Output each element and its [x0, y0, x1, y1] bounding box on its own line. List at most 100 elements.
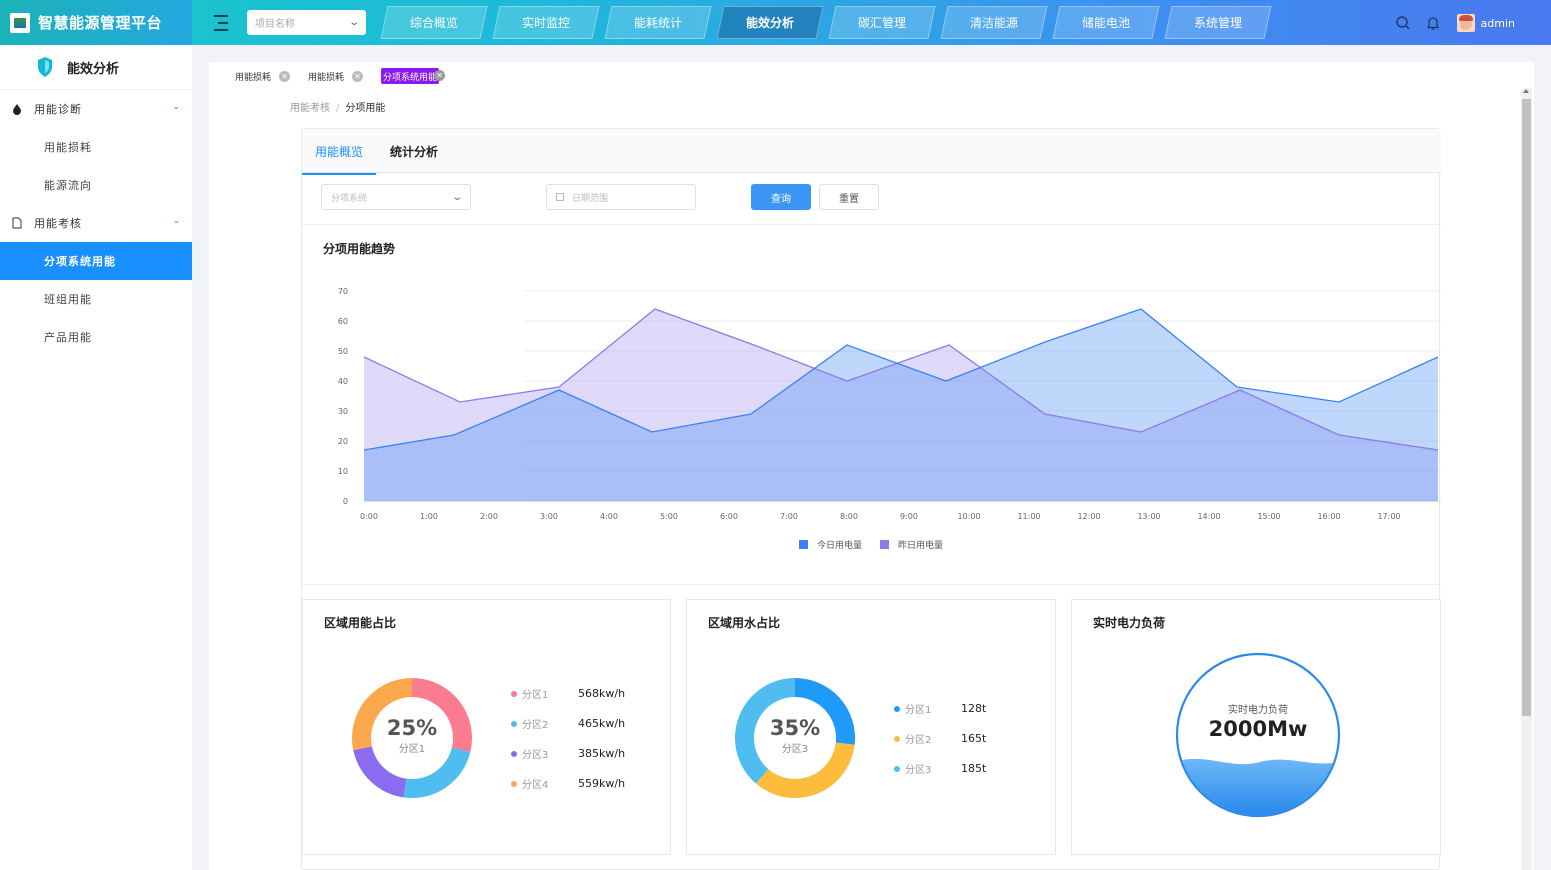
- tab-statistics[interactable]: 统计分析: [390, 143, 438, 160]
- tag-0[interactable]: 用能损耗 ✕: [235, 68, 291, 84]
- legend-value: 559kw/h: [578, 777, 626, 790]
- water-share-panel: 区域用水占比 35% 分区3 分区1 128t 分区2 165t 分区3 185t: [686, 599, 1056, 855]
- legend-name: 分区1: [522, 690, 549, 701]
- tag-1[interactable]: 用能损耗 ✕: [308, 68, 364, 84]
- sidebar-title: 能效分析: [67, 61, 120, 77]
- legend-row-0: 分区1 128t: [894, 701, 986, 716]
- date-range-input[interactable]: 日期范围: [546, 184, 696, 210]
- y-tick-label: 20: [338, 437, 348, 446]
- avatar[interactable]: [1456, 14, 1475, 32]
- reset-button[interactable]: 重置: [819, 184, 879, 210]
- query-button[interactable]: 查询: [751, 184, 811, 210]
- chevron-down-icon: ⌄: [172, 216, 180, 226]
- breadcrumb-parent[interactable]: 用能考核: [290, 103, 330, 114]
- calendar-icon: [556, 193, 564, 201]
- bell-icon[interactable]: [1425, 15, 1441, 31]
- x-tick-label: 10:00: [957, 512, 980, 519]
- scroll-up-arrow-icon[interactable]: [1523, 89, 1529, 93]
- trend-legend: 今日用电量 昨日用电量: [799, 538, 961, 551]
- donut-slice-1[interactable]: [403, 747, 471, 798]
- legend-value: 128t: [961, 702, 987, 715]
- sidebar-item-1-2[interactable]: 产品用能: [0, 318, 192, 356]
- brand[interactable]: 智慧能源管理平台: [0, 0, 192, 45]
- close-icon[interactable]: ✕: [434, 70, 446, 81]
- chevron-down-icon: ⌄: [172, 102, 180, 112]
- tag-2[interactable]: 分项系统用能 ✕: [381, 68, 446, 84]
- close-icon[interactable]: ✕: [279, 70, 291, 82]
- search-icon[interactable]: [1395, 15, 1411, 31]
- energy-share-title: 区域用能占比: [324, 616, 397, 630]
- x-tick-label: 12:00: [1077, 512, 1100, 519]
- breadcrumb-current: 分项用能: [345, 103, 386, 114]
- legend-label: 昨日用电量: [898, 541, 944, 551]
- nav-item-label: 系统管理: [1193, 16, 1242, 30]
- filter-bar: 分项系统 ⌄ 日期范围 查询 重置: [302, 173, 1441, 225]
- close-icon[interactable]: ✕: [352, 70, 364, 82]
- legend-item-0[interactable]: 今日用电量: [799, 538, 862, 551]
- x-tick-label: 5:00: [660, 512, 678, 519]
- nav-item-7[interactable]: 系统管理: [1164, 6, 1272, 39]
- menu-toggle-icon[interactable]: [214, 14, 234, 31]
- header-actions: admin: [1381, 14, 1515, 32]
- x-tick-label: 9:00: [900, 512, 918, 519]
- legend-row-2: 分区3 185t: [894, 761, 986, 776]
- tab-overview[interactable]: 用能概览: [301, 143, 377, 175]
- chevron-down-icon: ⌄: [347, 17, 360, 28]
- sidebar-group-1[interactable]: 用能考核 ⌄: [0, 204, 192, 242]
- sidebar-menu: 用能诊断 ⌄ 用能损耗 能源流向 用能考核 ⌄ 分项系统用能 班组用能 产品用能: [0, 90, 192, 356]
- chevron-down-icon: ⌄: [450, 191, 463, 203]
- power-load-panel: 实时电力负荷 实时电力负荷 2000Mw: [1071, 599, 1441, 855]
- system-select[interactable]: 分项系统 ⌄: [321, 184, 471, 210]
- nav-item-1[interactable]: 实时监控: [492, 6, 600, 39]
- project-select[interactable]: 项目名称 ⌄: [247, 10, 366, 35]
- sidebar-item-0-0[interactable]: 用能损耗: [0, 128, 192, 166]
- legend-row-1: 分区2 465kw/h: [511, 716, 625, 731]
- nav-item-label: 实时监控: [521, 16, 570, 30]
- sidebar-group-label: 用能诊断: [34, 103, 82, 116]
- y-tick-label: 0: [343, 497, 348, 506]
- legend-row-3: 分区4 559kw/h: [511, 776, 625, 791]
- nav-item-label: 碳汇管理: [857, 16, 906, 30]
- sidebar-group-0[interactable]: 用能诊断 ⌄: [0, 90, 192, 128]
- legend-dot: [511, 690, 517, 697]
- tag-label: 用能损耗: [235, 72, 272, 83]
- nav-item-3[interactable]: 能效分析: [716, 6, 824, 39]
- x-tick-label: 15:00: [1257, 512, 1280, 519]
- x-tick-label: 17:00: [1377, 512, 1400, 519]
- app-title: 智慧能源管理平台: [38, 14, 163, 32]
- legend-swatch: [880, 540, 890, 549]
- energy-share-center: 25% 分区1: [352, 716, 472, 755]
- legend-value: 385kw/h: [578, 747, 626, 760]
- nav-item-6[interactable]: 储能电池: [1052, 6, 1160, 39]
- legend-item-1[interactable]: 昨日用电量: [880, 538, 943, 551]
- trend-chart: 0 10 20 30 40 50 60 70 0:00 1:00 2:00 3:00 4:00 5:00 6…: [338, 287, 1441, 519]
- y-tick-label: 70: [338, 287, 348, 296]
- tab-bar: 用能概览 统计分析: [301, 129, 1441, 175]
- legend-row-1: 分区2 165t: [894, 731, 986, 746]
- power-load-title: 实时电力负荷: [1093, 616, 1166, 630]
- scrollbar-thumb[interactable]: [1522, 99, 1531, 716]
- sidebar-item-1-1[interactable]: 班组用能: [0, 280, 192, 318]
- breadcrumb-separator: /: [336, 103, 340, 114]
- document-icon: [12, 217, 22, 229]
- x-tick-label: 4:00: [600, 512, 618, 519]
- legend-dot: [511, 780, 517, 787]
- date-range-placeholder: 日期范围: [572, 193, 609, 204]
- water-share-center-value: 35%: [769, 716, 821, 740]
- nav-item-label: 储能电池: [1081, 16, 1130, 30]
- legend-name: 分区1: [905, 705, 932, 716]
- username[interactable]: admin: [1481, 17, 1515, 30]
- sidebar-item-1-0[interactable]: 分项系统用能: [0, 242, 192, 280]
- sidebar-header: 能效分析: [0, 45, 192, 90]
- x-tick-label: 13:00: [1137, 512, 1160, 519]
- legend-dot: [894, 705, 900, 712]
- legend-swatch: [799, 540, 808, 549]
- legend-dot: [894, 765, 900, 772]
- nav-item-5[interactable]: 清洁能源: [940, 6, 1048, 39]
- nav-item-4[interactable]: 碳汇管理: [828, 6, 936, 39]
- x-tick-label: 8:00: [840, 512, 858, 519]
- tag-label: 分项系统用能: [383, 72, 438, 83]
- sidebar-item-0-1[interactable]: 能源流向: [0, 166, 192, 204]
- nav-item-2[interactable]: 能耗统计: [604, 6, 712, 39]
- nav-item-0[interactable]: 综合概览: [380, 6, 488, 39]
